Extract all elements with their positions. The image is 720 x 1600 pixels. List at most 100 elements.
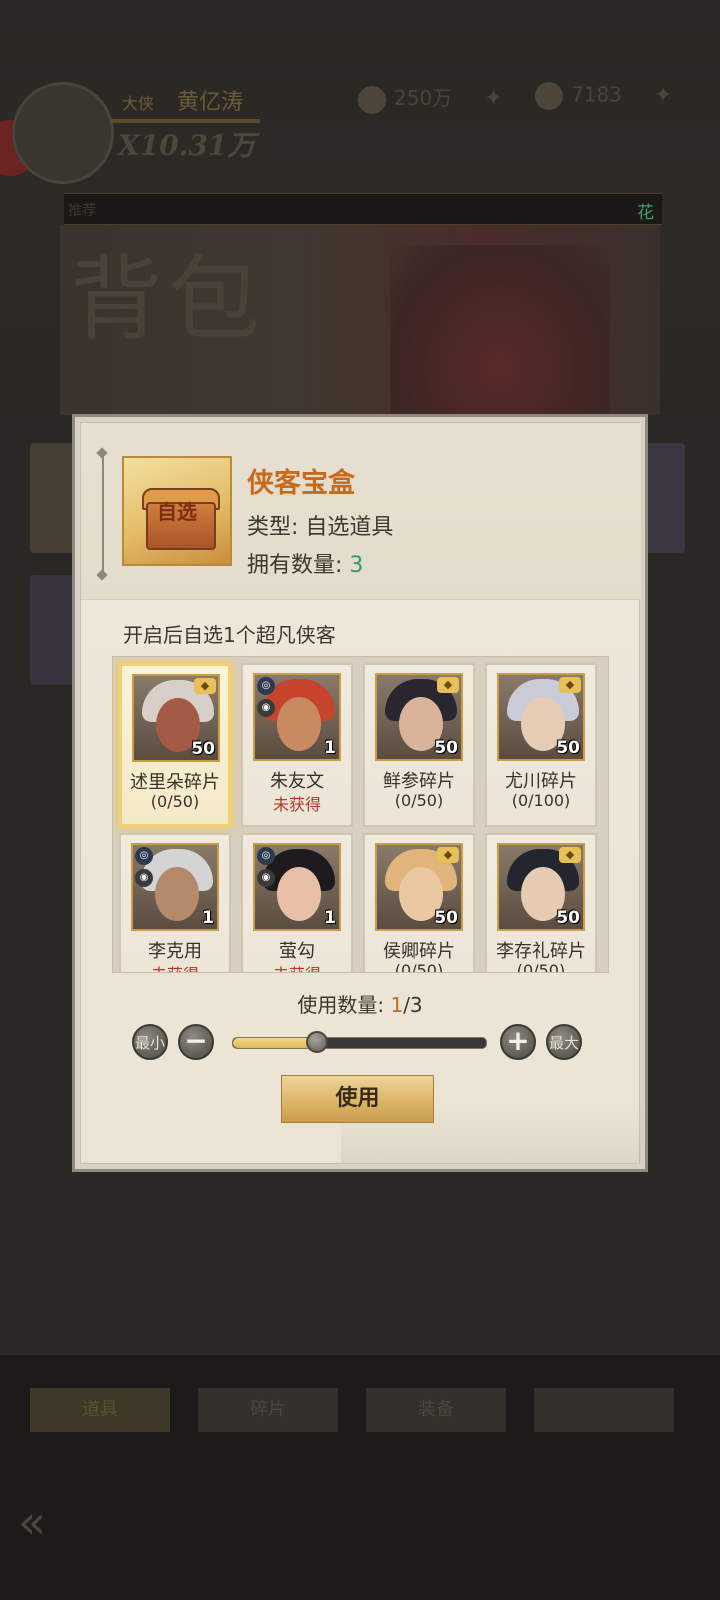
hero-portrait: ◆ 50: [375, 673, 463, 761]
hero-status: (0/50): [394, 791, 444, 810]
hero-status: 未获得: [243, 961, 351, 972]
hero-name: 尤川碎片: [505, 771, 577, 792]
hero-choice-grid: ◆ 50 述里朵碎片 (0/50) ◎ ◉ 1 朱友文 未获得 ◆ 50 鲜参碎片 (0/50) ◆ 50 尤…: [112, 656, 609, 973]
fragment-tag-icon: ◆: [194, 678, 216, 694]
min-button[interactable]: 最小: [132, 1024, 168, 1060]
player-name-text: 黄亿涛: [177, 90, 244, 115]
dialog-panel: 自选 侠客宝盒 类型: 自选道具 拥有数量: 3 开启后自选1个超凡侠客 ◆ 50…: [80, 422, 641, 1164]
hero-status: (0/50): [394, 961, 444, 973]
hero-portrait: ◆ 50: [132, 674, 220, 762]
tab-items: 道具: [30, 1388, 170, 1432]
player-avatar: [12, 82, 114, 184]
faction-badge-icon: ◎: [257, 677, 275, 695]
hero-name: 李存礼碎片: [496, 941, 586, 962]
hero-card[interactable]: ◆ 50 述里朵碎片 (0/50): [119, 663, 231, 827]
resource-ingots: 7183 ✦: [535, 82, 672, 110]
hero-quantity: 1: [324, 738, 336, 758]
tab-other: [534, 1388, 674, 1432]
hero-portrait: ◆ 50: [497, 843, 585, 931]
tab-equipment: 装备: [366, 1388, 506, 1432]
add-ingots-icon: ✦: [653, 82, 673, 108]
hero-name: 鲜参碎片: [383, 771, 455, 792]
background-tabs: 道具 碎片 装备: [0, 1388, 720, 1448]
hero-name: 侯卿碎片: [383, 941, 455, 962]
fragment-tag-icon: ◆: [437, 677, 459, 693]
hero-status: 未获得: [272, 795, 321, 814]
add-coins-icon: ✦: [484, 86, 503, 111]
use-count-current: 1: [390, 993, 404, 1017]
ingot-value: 7183: [571, 82, 622, 107]
item-dialog: 自选 侠客宝盒 类型: 自选道具 拥有数量: 3 开启后自选1个超凡侠客 ◆ 50…: [72, 414, 648, 1172]
background-strip: 推荐 花: [64, 193, 662, 225]
bag-title: 背包: [70, 246, 267, 353]
hero-status: (0/50): [150, 792, 200, 811]
player-power: X10.31万: [118, 129, 256, 162]
item-type: 类型: 自选道具: [247, 515, 394, 540]
hero-name: 朱友文: [270, 771, 324, 792]
hero-card[interactable]: ◎ ◉ 1 朱友文 未获得: [241, 663, 353, 827]
hero-face: [277, 697, 321, 751]
fragment-tag-icon: ◆: [559, 677, 581, 693]
plus-button[interactable]: +: [500, 1024, 536, 1060]
quantity-slider[interactable]: [232, 1031, 487, 1053]
hero-quantity: 1: [324, 908, 336, 928]
player-rank: 大侠: [122, 94, 155, 113]
hero-card[interactable]: ◆ 50 尤川碎片 (0/100): [485, 663, 597, 827]
faction-badge-icon: ◎: [257, 847, 275, 865]
resource-coins: 250万 ✦: [358, 82, 503, 114]
hero-name: 萤勾: [279, 941, 315, 962]
tab-fragments: 碎片: [198, 1388, 338, 1432]
owned-count-label: 拥有数量:: [247, 553, 350, 578]
item-description: 开启后自选1个超凡侠客: [123, 623, 336, 647]
item-owned-count: 拥有数量: 3: [247, 547, 363, 579]
hero-card[interactable]: ◎ ◉ 1李克用未获得: [119, 833, 231, 972]
player-name: 大侠 黄亿涛: [122, 84, 243, 116]
minus-button[interactable]: −: [178, 1024, 214, 1060]
ingot-icon: [535, 82, 563, 110]
hero-name: 李克用: [148, 941, 202, 962]
hero-quantity: 50: [191, 739, 215, 759]
hero-card[interactable]: ◆ 50 鲜参碎片 (0/50): [363, 663, 475, 827]
hero-quantity: 50: [556, 908, 580, 928]
back-arrow-icon: «: [18, 1495, 47, 1549]
class-badge-icon: ◉: [135, 869, 153, 887]
hero-portrait: ◎ ◉ 1: [131, 843, 219, 931]
hero-card[interactable]: ◆ 50 侯卿碎片 (0/50): [363, 833, 475, 973]
fragment-tag-icon: ◆: [437, 847, 459, 863]
hero-quantity: 50: [434, 738, 458, 758]
class-badge-icon: ◉: [257, 699, 275, 717]
hero-portrait: ◎ ◉ 1: [253, 673, 341, 761]
hero-portrait: ◆ 50: [497, 673, 585, 761]
max-button[interactable]: 最大: [546, 1024, 582, 1060]
decorative-landscape: [341, 1103, 641, 1163]
header-divider: [102, 453, 104, 575]
hero-quantity: 50: [556, 738, 580, 758]
power-bar: [110, 119, 260, 123]
strip-left-text: 推荐: [68, 203, 96, 219]
fragment-tag-icon: ◆: [559, 847, 581, 863]
strip-right-text: 花: [637, 203, 654, 223]
hero-box-icon: 自选: [122, 456, 232, 566]
coin-value: 250万: [394, 86, 453, 110]
hero-quantity: 50: [434, 908, 458, 928]
hero-card[interactable]: ◆ 50 李存礼碎片 (0/50): [485, 833, 597, 973]
faction-badge-icon: ◎: [135, 847, 153, 865]
item-name: 侠客宝盒: [247, 468, 355, 499]
character-figure: [390, 245, 610, 420]
hero-status: (0/50): [516, 961, 566, 973]
hero-quantity: 1: [202, 908, 214, 928]
hero-name: 述里朵碎片: [130, 772, 220, 793]
hero-portrait: ◎ ◉ 1: [253, 843, 341, 931]
coin-icon: [358, 85, 386, 114]
hero-card[interactable]: ◎ ◉ 1 萤勾未获得: [241, 833, 353, 972]
item-header: 自选 侠客宝盒 类型: 自选道具 拥有数量: 3: [81, 423, 641, 600]
hero-face: [277, 867, 321, 921]
class-badge-icon: ◉: [257, 869, 275, 887]
hero-face: [155, 867, 199, 921]
use-count-label: 使用数量:: [297, 993, 391, 1017]
slider-handle[interactable]: [306, 1031, 328, 1053]
use-count-total: /3: [403, 993, 423, 1017]
slider-fill: [233, 1038, 317, 1048]
owned-count-value: 3: [349, 553, 364, 578]
use-count: 使用数量: 1/3: [81, 989, 639, 1018]
